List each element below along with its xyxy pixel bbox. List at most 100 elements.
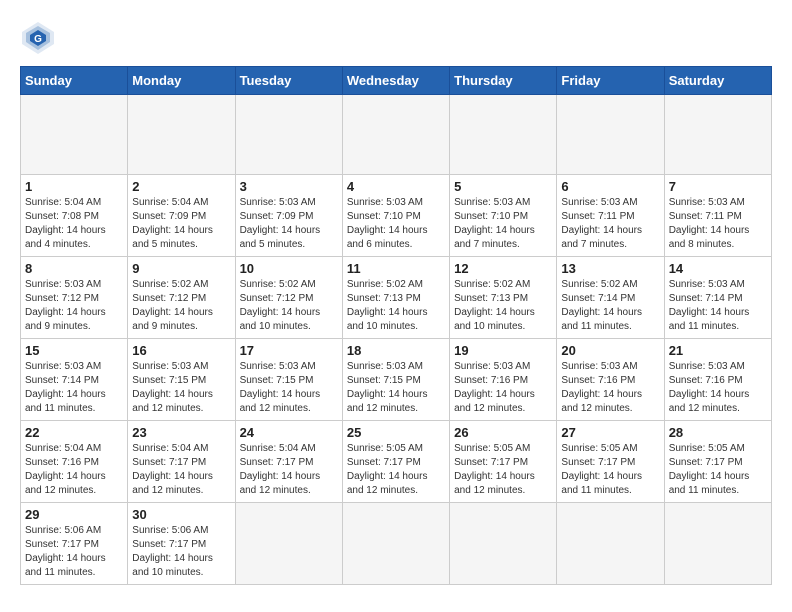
calendar-cell: 14 Sunrise: 5:03 AMSunset: 7:14 PMDayligh… <box>664 257 771 339</box>
day-number: 22 <box>25 425 123 440</box>
calendar-cell <box>557 503 664 585</box>
day-detail: Sunrise: 5:04 AMSunset: 7:08 PMDaylight:… <box>25 196 123 252</box>
page-header: G <box>20 20 772 56</box>
day-number: 29 <box>25 507 123 522</box>
day-detail: Sunrise: 5:03 AMSunset: 7:16 PMDaylight:… <box>669 360 767 416</box>
calendar-week-row: 1 Sunrise: 5:04 AMSunset: 7:08 PMDaylight… <box>21 175 772 257</box>
calendar-cell: 8Sunrise: 5:03 AMSunset: 7:12 PMDaylight… <box>21 257 128 339</box>
day-detail: Sunrise: 5:04 AMSunset: 7:09 PMDaylight:… <box>132 196 230 252</box>
day-detail: Sunrise: 5:02 AMSunset: 7:14 PMDaylight:… <box>561 278 659 334</box>
day-number: 18 <box>347 343 445 358</box>
day-detail: Sunrise: 5:03 AMSunset: 7:15 PMDaylight:… <box>132 360 230 416</box>
calendar-cell: 7Sunrise: 5:03 AMSunset: 7:11 PMDaylight… <box>664 175 771 257</box>
day-detail: Sunrise: 5:03 AMSunset: 7:16 PMDaylight:… <box>454 360 552 416</box>
day-detail: Sunrise: 5:02 AMSunset: 7:13 PMDaylight:… <box>347 278 445 334</box>
day-number: 17 <box>240 343 338 358</box>
day-detail: Sunrise: 5:03 AMSunset: 7:10 PMDaylight:… <box>454 196 552 252</box>
calendar-cell: 5 Sunrise: 5:03 AMSunset: 7:10 PMDaylight… <box>450 175 557 257</box>
day-number: 8 <box>25 261 123 276</box>
day-number: 6 <box>561 179 659 194</box>
day-header-thursday: Thursday <box>450 67 557 95</box>
day-header-sunday: Sunday <box>21 67 128 95</box>
day-number: 27 <box>561 425 659 440</box>
day-detail: Sunrise: 5:02 AMSunset: 7:12 PMDaylight:… <box>132 278 230 334</box>
logo-icon: G <box>20 20 56 56</box>
calendar-header-row: SundayMondayTuesdayWednesdayThursdayFrid… <box>21 67 772 95</box>
day-number: 24 <box>240 425 338 440</box>
day-number: 16 <box>132 343 230 358</box>
day-number: 11 <box>347 261 445 276</box>
calendar-cell: 30 Sunrise: 5:06 AMSunset: 7:17 PMDayligh… <box>128 503 235 585</box>
calendar-week-row: 29 Sunrise: 5:06 AMSunset: 7:17 PMDayligh… <box>21 503 772 585</box>
calendar-cell: 19 Sunrise: 5:03 AMSunset: 7:16 PMDayligh… <box>450 339 557 421</box>
day-header-tuesday: Tuesday <box>235 67 342 95</box>
calendar-cell: 9 Sunrise: 5:02 AMSunset: 7:12 PMDaylight… <box>128 257 235 339</box>
calendar-cell: 10Sunrise: 5:02 AMSunset: 7:12 PMDayligh… <box>235 257 342 339</box>
day-detail: Sunrise: 5:03 AMSunset: 7:10 PMDaylight:… <box>347 196 445 252</box>
calendar-cell: 1 Sunrise: 5:04 AMSunset: 7:08 PMDaylight… <box>21 175 128 257</box>
calendar-cell <box>557 95 664 175</box>
day-number: 2 <box>132 179 230 194</box>
calendar-week-row: 8Sunrise: 5:03 AMSunset: 7:12 PMDaylight… <box>21 257 772 339</box>
calendar-cell <box>235 95 342 175</box>
calendar-cell: 23 Sunrise: 5:04 AMSunset: 7:17 PMDayligh… <box>128 421 235 503</box>
calendar-cell: 18Sunrise: 5:03 AMSunset: 7:15 PMDayligh… <box>342 339 449 421</box>
day-header-saturday: Saturday <box>664 67 771 95</box>
calendar-cell: 3Sunrise: 5:03 AMSunset: 7:09 PMDaylight… <box>235 175 342 257</box>
day-number: 7 <box>669 179 767 194</box>
calendar-cell: 16 Sunrise: 5:03 AMSunset: 7:15 PMDayligh… <box>128 339 235 421</box>
day-number: 25 <box>347 425 445 440</box>
calendar-week-row <box>21 95 772 175</box>
calendar-cell <box>235 503 342 585</box>
calendar-cell: 26Sunrise: 5:05 AMSunset: 7:17 PMDayligh… <box>450 421 557 503</box>
calendar-cell <box>664 95 771 175</box>
day-number: 1 <box>25 179 123 194</box>
calendar-cell: 25 Sunrise: 5:05 AMSunset: 7:17 PMDayligh… <box>342 421 449 503</box>
day-number: 28 <box>669 425 767 440</box>
day-number: 10 <box>240 261 338 276</box>
day-number: 5 <box>454 179 552 194</box>
calendar-cell <box>342 95 449 175</box>
day-detail: Sunrise: 5:06 AMSunset: 7:17 PMDaylight:… <box>132 524 230 580</box>
calendar-week-row: 15 Sunrise: 5:03 AMSunset: 7:14 PMDayligh… <box>21 339 772 421</box>
calendar-table: SundayMondayTuesdayWednesdayThursdayFrid… <box>20 66 772 585</box>
day-number: 14 <box>669 261 767 276</box>
day-detail: Sunrise: 5:03 AMSunset: 7:15 PMDaylight:… <box>240 360 338 416</box>
day-number: 3 <box>240 179 338 194</box>
calendar-cell: 24 Sunrise: 5:04 AMSunset: 7:17 PMDayligh… <box>235 421 342 503</box>
calendar-cell <box>450 503 557 585</box>
calendar-cell: 29 Sunrise: 5:06 AMSunset: 7:17 PMDayligh… <box>21 503 128 585</box>
day-detail: Sunrise: 5:03 AMSunset: 7:11 PMDaylight:… <box>561 196 659 252</box>
day-header-monday: Monday <box>128 67 235 95</box>
day-detail: Sunrise: 5:02 AMSunset: 7:13 PMDaylight:… <box>454 278 552 334</box>
calendar-cell: 21 Sunrise: 5:03 AMSunset: 7:16 PMDayligh… <box>664 339 771 421</box>
calendar-cell <box>664 503 771 585</box>
day-detail: Sunrise: 5:05 AMSunset: 7:17 PMDaylight:… <box>347 442 445 498</box>
calendar-cell: 6 Sunrise: 5:03 AMSunset: 7:11 PMDaylight… <box>557 175 664 257</box>
day-number: 21 <box>669 343 767 358</box>
calendar-cell <box>128 95 235 175</box>
day-detail: Sunrise: 5:06 AMSunset: 7:17 PMDaylight:… <box>25 524 123 580</box>
day-number: 12 <box>454 261 552 276</box>
day-number: 19 <box>454 343 552 358</box>
logo: G <box>20 20 60 56</box>
day-number: 15 <box>25 343 123 358</box>
day-detail: Sunrise: 5:04 AMSunset: 7:17 PMDaylight:… <box>132 442 230 498</box>
day-detail: Sunrise: 5:05 AMSunset: 7:17 PMDaylight:… <box>454 442 552 498</box>
day-detail: Sunrise: 5:03 AMSunset: 7:16 PMDaylight:… <box>561 360 659 416</box>
day-number: 9 <box>132 261 230 276</box>
calendar-week-row: 22 Sunrise: 5:04 AMSunset: 7:16 PMDayligh… <box>21 421 772 503</box>
day-detail: Sunrise: 5:03 AMSunset: 7:14 PMDaylight:… <box>669 278 767 334</box>
calendar-cell: 27Sunrise: 5:05 AMSunset: 7:17 PMDayligh… <box>557 421 664 503</box>
day-detail: Sunrise: 5:05 AMSunset: 7:17 PMDaylight:… <box>669 442 767 498</box>
day-detail: Sunrise: 5:03 AMSunset: 7:14 PMDaylight:… <box>25 360 123 416</box>
day-number: 30 <box>132 507 230 522</box>
calendar-cell: 4Sunrise: 5:03 AMSunset: 7:10 PMDaylight… <box>342 175 449 257</box>
day-header-friday: Friday <box>557 67 664 95</box>
calendar-cell: 12 Sunrise: 5:02 AMSunset: 7:13 PMDayligh… <box>450 257 557 339</box>
day-number: 13 <box>561 261 659 276</box>
day-detail: Sunrise: 5:04 AMSunset: 7:17 PMDaylight:… <box>240 442 338 498</box>
day-number: 23 <box>132 425 230 440</box>
day-detail: Sunrise: 5:04 AMSunset: 7:16 PMDaylight:… <box>25 442 123 498</box>
day-number: 20 <box>561 343 659 358</box>
